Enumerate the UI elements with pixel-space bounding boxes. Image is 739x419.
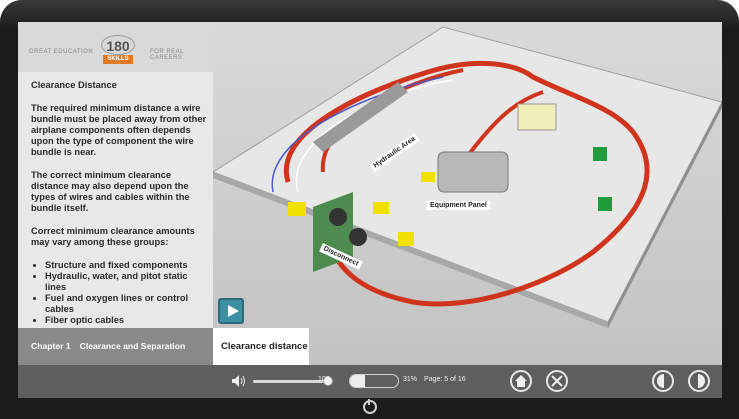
lesson-paragraph: The correct minimum clearance distance m… <box>31 170 190 213</box>
device-power-button[interactable] <box>363 399 377 414</box>
next-icon <box>698 374 705 388</box>
lesson-paragraph: The required minimum distance a wire bun… <box>31 103 207 157</box>
caption-text: Clearance distance <box>221 341 308 352</box>
play-button[interactable] <box>218 298 244 324</box>
chapter-name: Clearance and Separation <box>79 341 186 351</box>
tagline-left: GREAT EDUCATION <box>29 49 94 55</box>
lesson-paragraph: Correct minimum clearance amounts may va… <box>31 226 195 247</box>
chapter-number: Chapter 1 <box>31 341 71 351</box>
progress-fill <box>350 375 365 387</box>
chapter-title: Chapter 1 Clearance and Separation <box>31 341 185 351</box>
list-item: Hydraulic, water, and pitot static lines <box>45 271 207 293</box>
logo-band: GREAT EDUCATION 180 SKILLS FOR REAL CARE… <box>18 22 213 72</box>
list-item: Fuel and oxygen lines or control cables <box>45 293 207 315</box>
progress-percent: 31% <box>403 376 418 383</box>
speaker-icon[interactable] <box>231 374 247 388</box>
volume-value: 100 <box>318 376 330 383</box>
chapter-bar: Chapter 1 Clearance and Separation <box>18 328 213 365</box>
lesson-content: Clearance Distance The required minimum … <box>31 80 207 326</box>
device-bezel: GREAT EDUCATION 180 SKILLS FOR REAL CARE… <box>0 0 739 419</box>
logo-word: SKILLS <box>103 55 133 64</box>
caption-box: Clearance distance <box>213 328 309 365</box>
logo-number: 180 <box>101 35 135 55</box>
left-panel: GREAT EDUCATION 180 SKILLS FOR REAL CARE… <box>18 22 213 382</box>
wiring-diagram <box>213 26 722 328</box>
previous-icon <box>657 374 664 388</box>
bullet-list: Structure and fixed components Hydraulic… <box>31 260 207 326</box>
close-button[interactable] <box>546 370 568 392</box>
next-button[interactable] <box>688 370 710 392</box>
control-bar: 100 31% Page: 5 of 16 <box>18 365 722 398</box>
list-item: Fiber optic cables <box>45 315 207 326</box>
close-icon <box>551 375 563 387</box>
wiring-illustration: Hydraulic Area Equipment Panel Disconnec… <box>213 22 722 365</box>
tagline-right: FOR REAL CAREERS <box>150 49 184 61</box>
lesson-heading: Clearance Distance <box>31 80 117 90</box>
progress-bar <box>349 374 399 388</box>
previous-button[interactable] <box>652 370 674 392</box>
home-button[interactable] <box>510 370 532 392</box>
screen: GREAT EDUCATION 180 SKILLS FOR REAL CARE… <box>18 22 722 398</box>
logo: 180 SKILLS <box>97 34 139 65</box>
list-item: Structure and fixed components <box>45 260 207 271</box>
label-equipment-panel: Equipment Panel <box>427 201 490 210</box>
home-icon <box>515 375 527 387</box>
page-indicator: Page: 5 of 16 <box>424 376 466 383</box>
